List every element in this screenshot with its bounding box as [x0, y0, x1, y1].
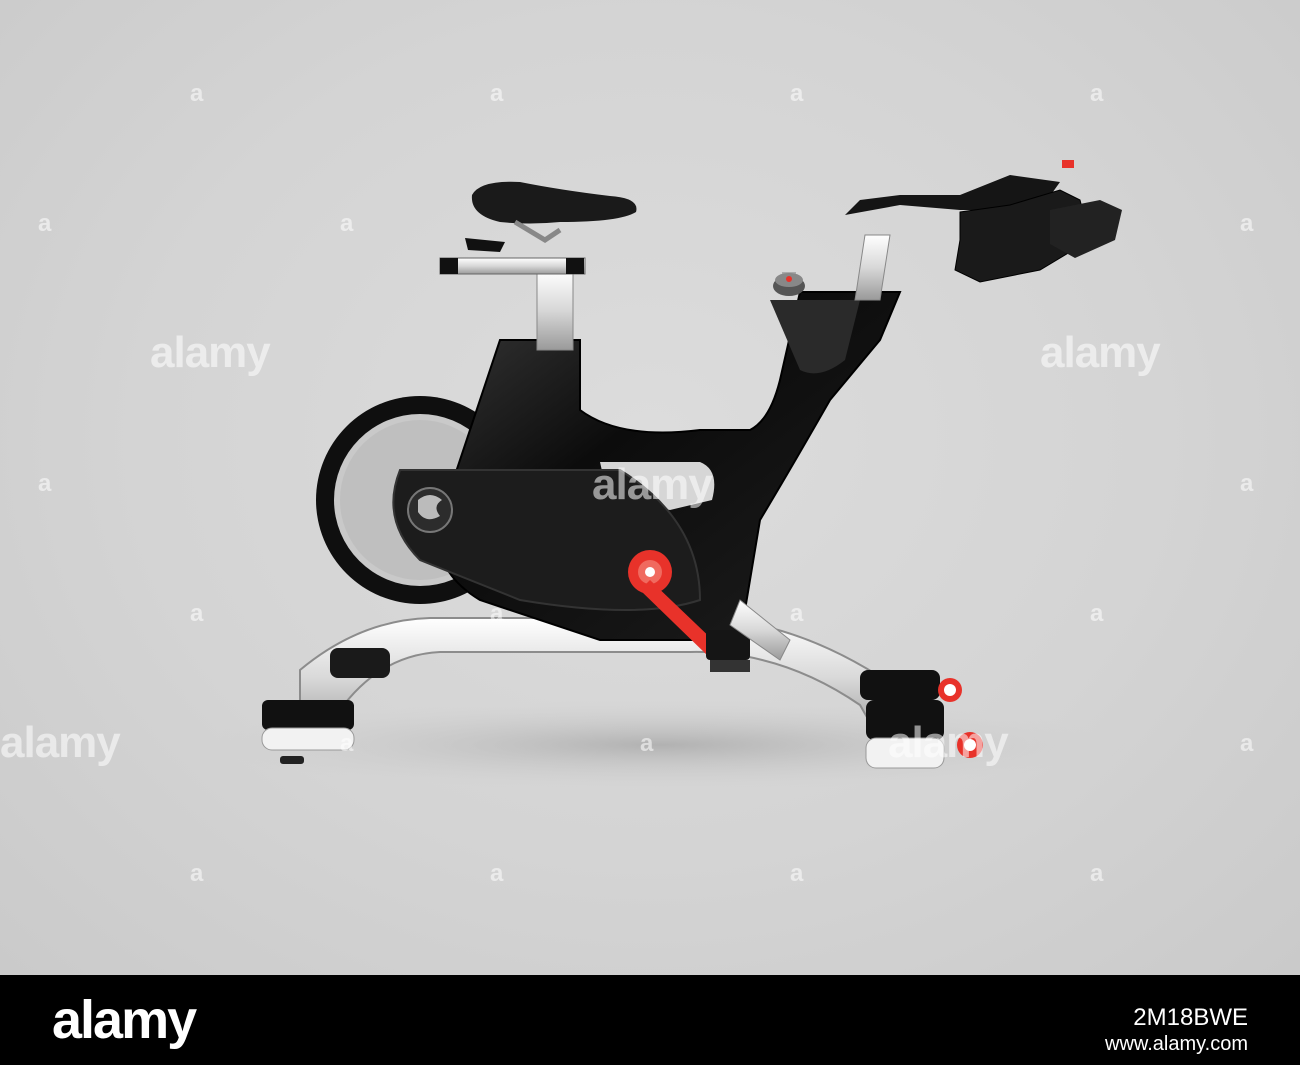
handlebar-post [854, 234, 891, 301]
watermark-mark: a [490, 80, 504, 107]
watermark-mark: a [640, 730, 654, 757]
seat-rail [439, 257, 586, 275]
resistance-knob [773, 272, 805, 296]
watermark-mark: a [38, 210, 52, 237]
watermark-mark: a [790, 600, 804, 627]
seat-post [536, 269, 574, 351]
watermark-mark: a [190, 860, 204, 887]
footer-url: www.alamy.com [1105, 1033, 1248, 1055]
footer-brand-logo: alamy [52, 990, 197, 1050]
product-photo: a a a a a a a alamy alamy a alamy a a a … [0, 0, 1300, 975]
watermark-text: alamy [1040, 328, 1161, 377]
image-id: 2M18BWE [1133, 1004, 1248, 1031]
watermark-mark: a [790, 860, 804, 887]
watermark-text: alamy [888, 718, 1009, 767]
watermark-mark: a [490, 600, 504, 627]
watermark-mark: a [190, 600, 204, 627]
watermark-mark: a [340, 210, 354, 237]
watermark-mark: a [1240, 210, 1254, 237]
watermark-text: alamy [0, 718, 121, 767]
image-stage: a a a a a a a alamy alamy a alamy a a a … [0, 0, 1300, 1065]
watermark-mark: a [1240, 470, 1254, 497]
watermark-mark: a [190, 80, 204, 107]
watermark-mark: a [340, 730, 354, 757]
watermark-mark: a [1090, 600, 1104, 627]
footer-image-info: 2M18BWE www.alamy.com [1105, 1005, 1248, 1057]
watermark-text: alamy [150, 328, 271, 377]
footer-bar: alamy 2M18BWE www.alamy.com [0, 975, 1300, 1065]
watermark-mark: a [1090, 80, 1104, 107]
watermark-mark: a [490, 860, 504, 887]
watermark-mark: a [790, 80, 804, 107]
watermark-mark: a [1090, 860, 1104, 887]
watermark-mark: a [38, 470, 52, 497]
watermark-mark: a [1240, 730, 1254, 757]
watermark-text: alamy [592, 460, 713, 509]
saddle [471, 181, 637, 224]
